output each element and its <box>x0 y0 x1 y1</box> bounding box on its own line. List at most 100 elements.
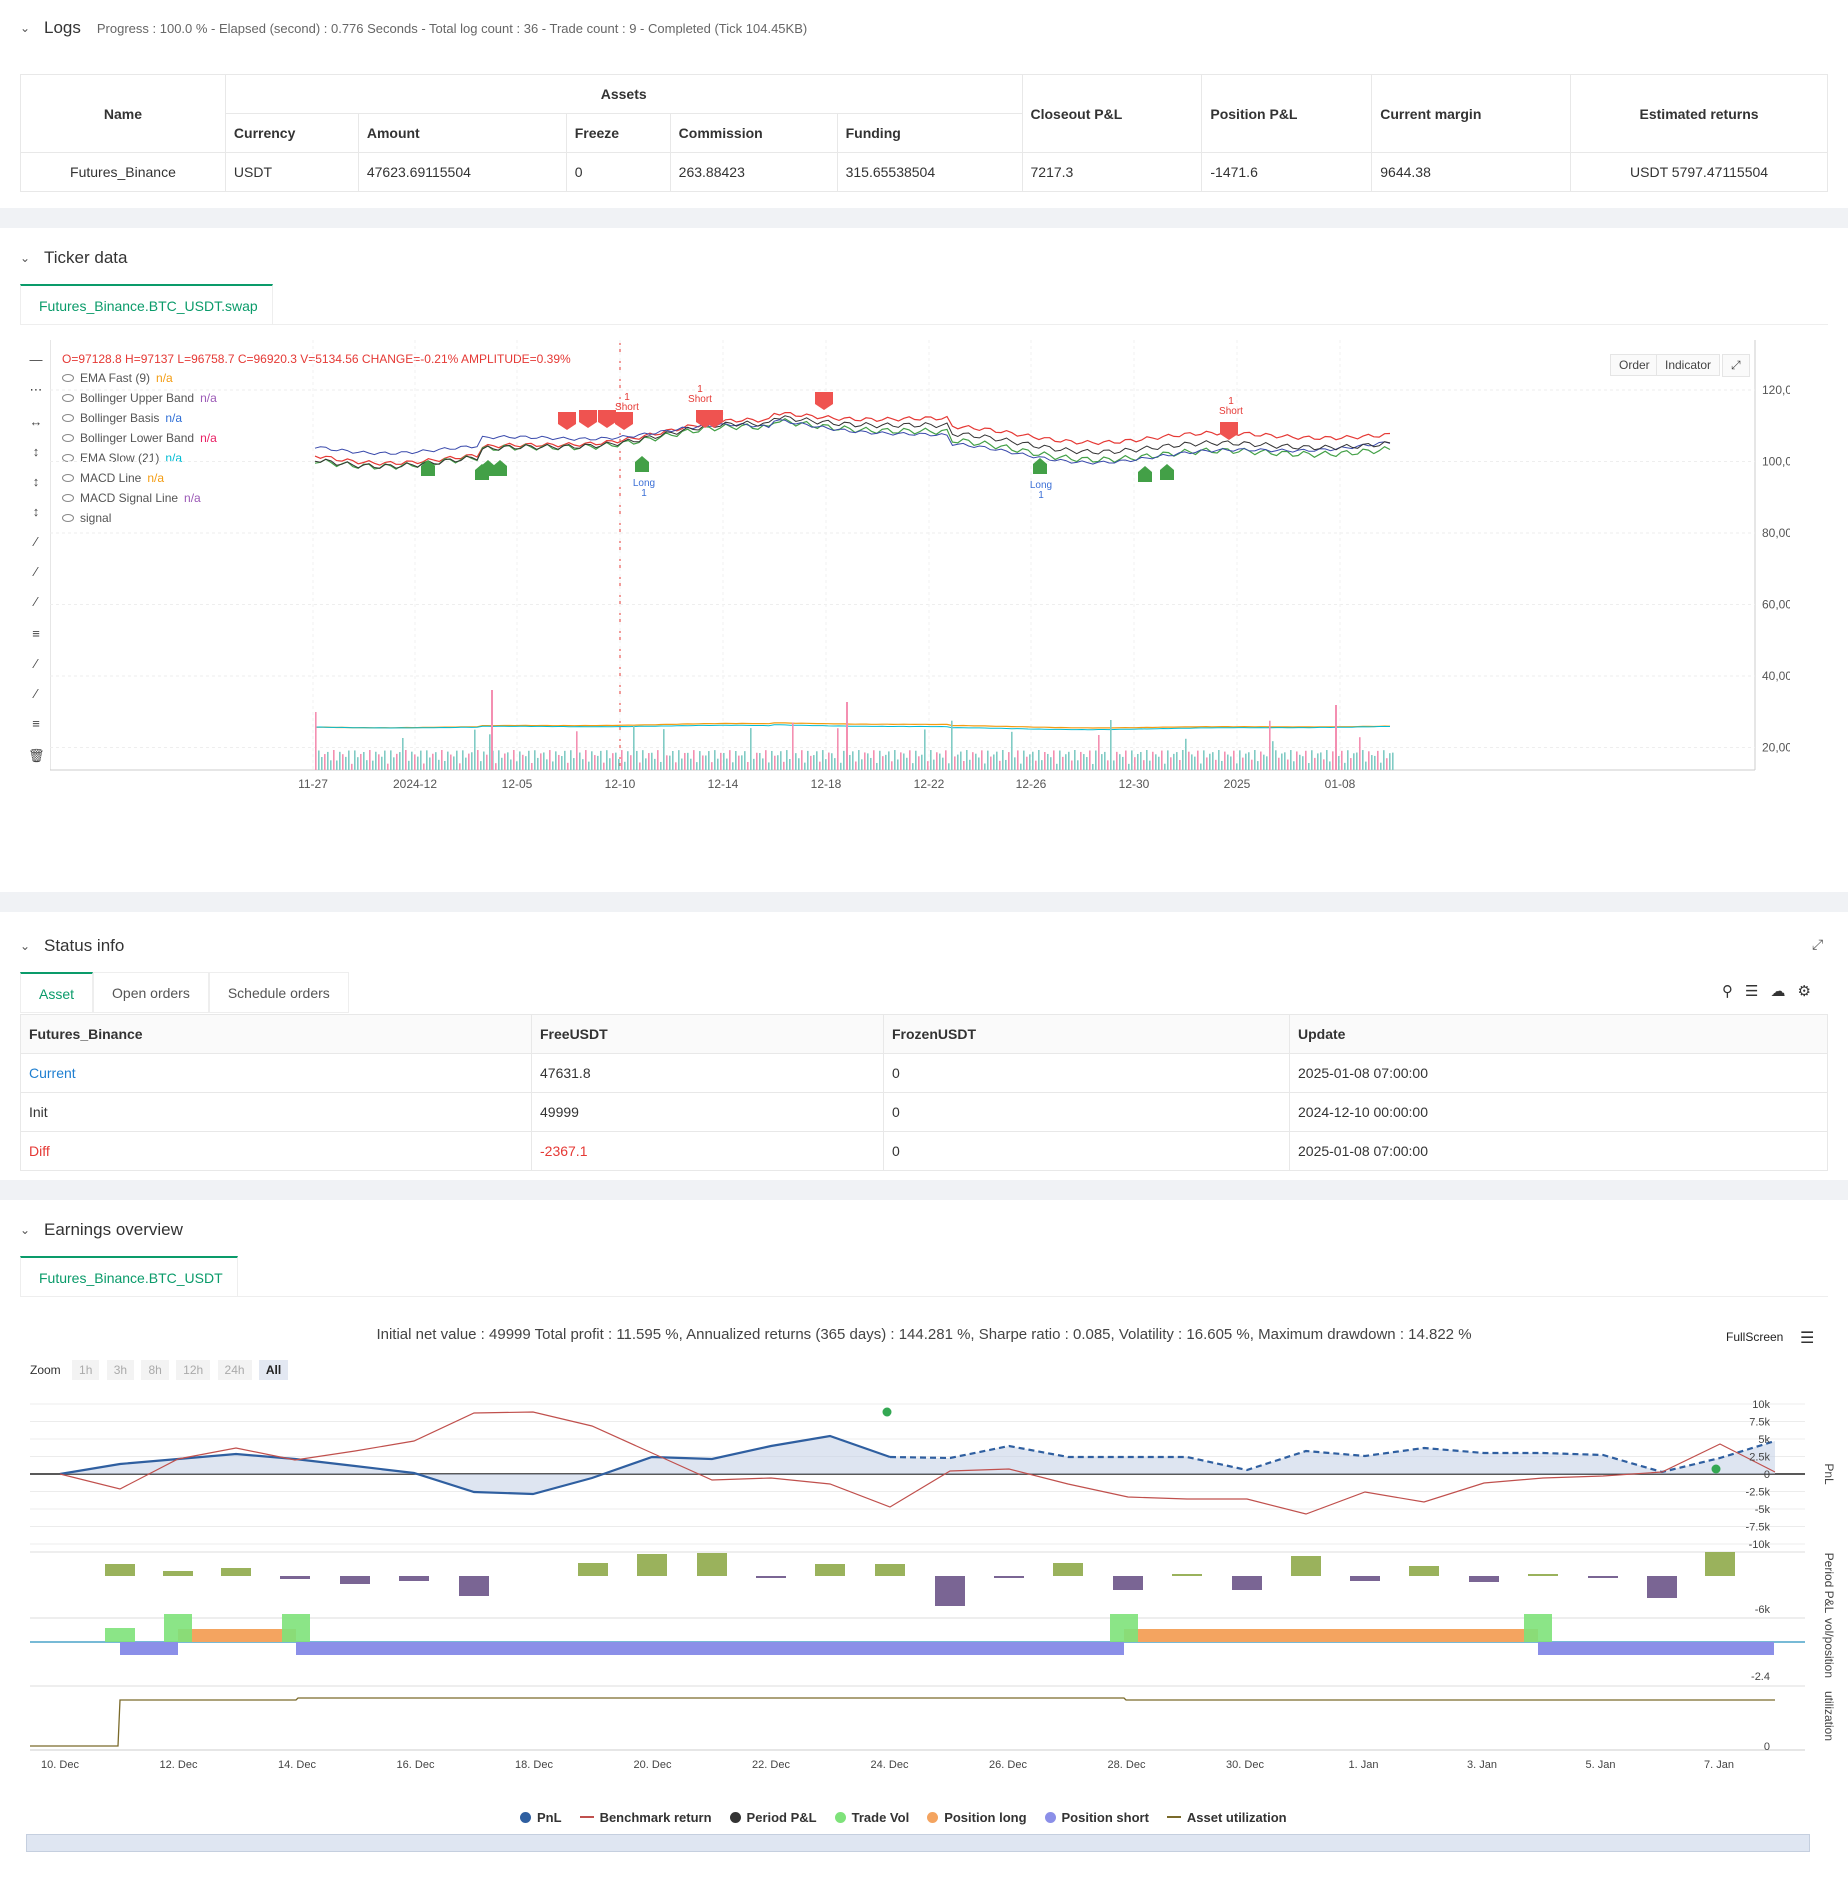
row-label-diff: Diff <box>20 1131 532 1171</box>
legend-pnl[interactable]: PnL <box>520 1810 562 1825</box>
fibonacci-icon[interactable]: ≡ <box>28 716 44 732</box>
logs-header[interactable]: ⌄ Logs Progress : 100.0 % - Elapsed (sec… <box>20 18 807 38</box>
volume-bar <box>792 722 794 770</box>
legend-position-long[interactable]: Position long <box>927 1810 1027 1825</box>
volume-bar <box>534 750 536 770</box>
volume-bar <box>519 751 521 770</box>
volume-bar <box>1068 751 1070 770</box>
horizontal-ray-icon[interactable]: ⋯ <box>28 382 44 398</box>
volume-bar <box>315 712 317 770</box>
divider <box>0 1180 1848 1200</box>
volume-bar <box>495 763 497 770</box>
volume-bar <box>1251 759 1253 770</box>
volume-bar <box>1314 757 1316 770</box>
tab-btc-usdt[interactable]: Futures_Binance.BTC_USDT <box>20 1256 238 1296</box>
download-icon[interactable]: ☁ <box>1770 982 1785 1000</box>
menu-icon[interactable]: ☰ <box>1745 982 1758 1000</box>
tab-open-orders[interactable]: Open orders <box>93 972 209 1012</box>
chevron-down-icon[interactable]: ⌄ <box>20 252 32 264</box>
col-update: Update <box>1289 1014 1828 1054</box>
volume-bar <box>546 759 548 770</box>
tab-asset[interactable]: Asset <box>20 972 94 1012</box>
volume-bar <box>759 753 761 770</box>
trash-icon[interactable]: 🗑 <box>28 748 45 764</box>
legend-benchmark[interactable]: Benchmark return <box>579 1810 712 1825</box>
straight-line-icon[interactable]: ∕ <box>28 594 44 610</box>
search-icon[interactable]: ⚲ <box>1722 982 1733 1000</box>
volume-bar <box>930 750 932 770</box>
segment-icon[interactable]: ↔ <box>28 414 44 430</box>
menu-icon[interactable]: ☰ <box>1800 1328 1814 1348</box>
long-position-bar <box>1124 1629 1538 1642</box>
tab-schedule-orders[interactable]: Schedule orders <box>208 972 349 1012</box>
volume-bar <box>945 750 947 770</box>
chevron-down-icon[interactable]: ⌄ <box>20 1224 32 1236</box>
legend-period-pnl[interactable]: Period P&L <box>729 1810 817 1825</box>
legend-swatch <box>927 1812 939 1823</box>
tab-btc-swap[interactable]: Futures_Binance.BTC_USDT.swap <box>20 284 273 324</box>
volume-bar <box>939 753 941 770</box>
period-bar <box>1113 1576 1143 1590</box>
ticker-header[interactable]: ⌄ Ticker data <box>20 248 127 268</box>
price-channel-icon[interactable]: ∕ <box>28 686 44 702</box>
price-chart[interactable]: 120,000.00100,000.0080,000.0060,000.0040… <box>50 340 1790 800</box>
volume-bar <box>1161 750 1163 770</box>
volume-bar <box>1362 750 1364 770</box>
price-line-icon[interactable]: ≡ <box>28 626 44 642</box>
period-bar <box>105 1564 135 1576</box>
horizontal-line-icon[interactable]: — <box>28 352 44 368</box>
volume-bar <box>1254 750 1256 770</box>
ray-line-icon[interactable]: ∕ <box>28 564 44 580</box>
volume-bar <box>1239 750 1241 770</box>
marker-label: 1 <box>1038 490 1044 501</box>
x-tick-label: 18. Dec <box>515 1759 553 1771</box>
volume-bar <box>834 758 836 770</box>
zoom-8h[interactable]: 8h <box>141 1360 169 1380</box>
zoom-12h[interactable]: 12h <box>176 1360 211 1380</box>
volume-bar <box>381 756 383 770</box>
volume-bar <box>1275 750 1277 770</box>
volume-bar <box>1125 750 1127 770</box>
col-currency: Currency <box>224 113 359 153</box>
cell-name: Futures_Binance <box>20 152 226 192</box>
status-header[interactable]: ⌄ Status info <box>20 936 124 956</box>
trend-line-icon[interactable]: ∕ <box>28 534 44 550</box>
volume-bar <box>438 759 440 770</box>
volume-bar <box>1077 760 1079 770</box>
legend-asset-util[interactable]: Asset utilization <box>1166 1810 1287 1825</box>
vertical-ray-icon[interactable]: ↕ <box>28 474 44 490</box>
zoom-24h[interactable]: 24h <box>217 1360 252 1380</box>
volume-bar <box>579 752 581 770</box>
volume-bar <box>927 761 929 770</box>
volume-bar <box>627 751 629 770</box>
navigator-scrollbar[interactable] <box>26 1834 1810 1852</box>
volume-bar <box>408 760 410 770</box>
pnl-tick-label: -7.5k <box>1746 1522 1771 1534</box>
volume-bar <box>1011 731 1013 770</box>
volume-bar <box>1236 763 1238 770</box>
legend-trade-vol[interactable]: Trade Vol <box>834 1810 909 1825</box>
zoom-3h[interactable]: 3h <box>106 1360 135 1380</box>
vertical-line-icon[interactable]: ↕ <box>28 444 44 460</box>
collapse-icon[interactable]: ⤢ <box>1812 936 1823 953</box>
parallel-line-icon[interactable]: ∕ <box>28 656 44 672</box>
volume-bar <box>318 750 320 770</box>
volume-bar <box>390 750 392 770</box>
fullscreen-button[interactable]: FullScreen <box>1726 1330 1783 1344</box>
legend-position-short[interactable]: Position short <box>1044 1810 1149 1825</box>
volume-bar <box>549 750 551 770</box>
volume-bar <box>1227 754 1229 770</box>
volume-bar <box>450 754 452 770</box>
earnings-chart[interactable]: 10k 7.5k 5k 2.5k 0 -2.5k -5k -7.5k -10k PnL -6k Per… <box>0 1386 1848 1856</box>
settings-icon[interactable]: ⚙ <box>1797 982 1810 1000</box>
earnings-header[interactable]: ⌄ Earnings overview <box>20 1220 183 1240</box>
vertical-segment-icon[interactable]: ↕ <box>28 504 44 520</box>
chevron-down-icon[interactable]: ⌄ <box>20 940 32 952</box>
volume-bar <box>723 752 725 770</box>
zoom-all[interactable]: All <box>258 1360 289 1380</box>
zoom-1h[interactable]: 1h <box>72 1360 100 1380</box>
col-position: Position P&L <box>1201 74 1373 153</box>
chevron-down-icon[interactable]: ⌄ <box>20 22 32 34</box>
volume-bar <box>870 757 872 770</box>
table-row: Init 49999 0 2024-12-10 00:00:00 <box>20 1092 1828 1132</box>
